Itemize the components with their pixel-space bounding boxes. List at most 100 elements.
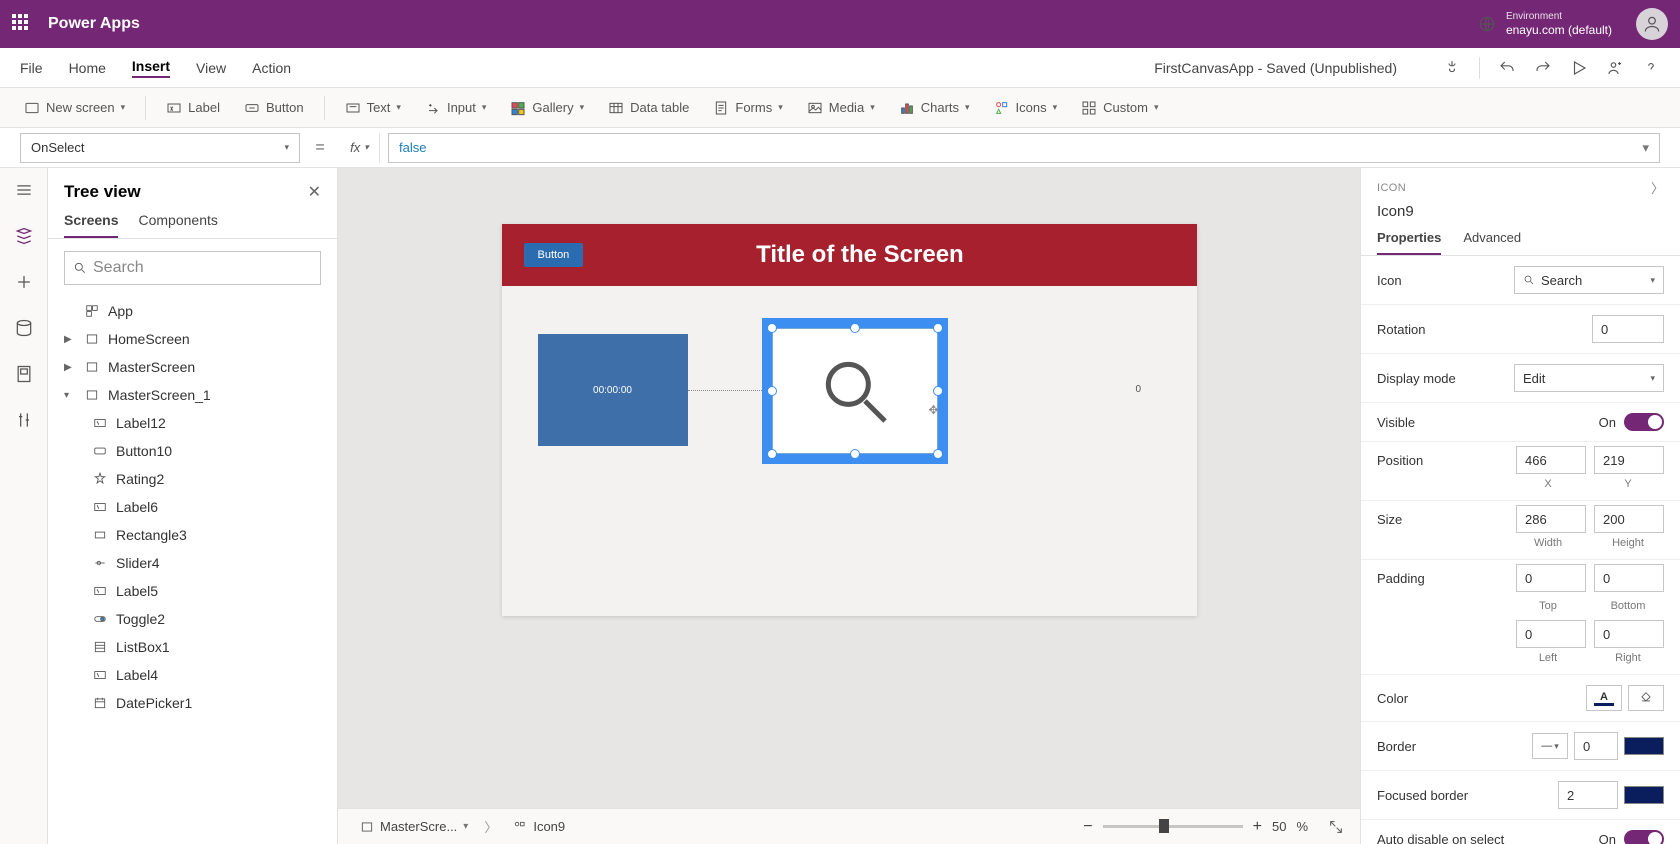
media-rail-icon[interactable]	[14, 364, 34, 384]
app-header: Power Apps Environment enayu.com (defaul…	[0, 0, 1680, 48]
waffle-icon[interactable]	[12, 14, 32, 34]
redo-icon[interactable]	[1534, 59, 1552, 77]
prop-color-font[interactable]: A	[1586, 685, 1622, 711]
tree-item-homescreen[interactable]: ▶ HomeScreen	[56, 325, 329, 353]
tab-screens[interactable]: Screens	[64, 212, 118, 238]
prop-padbottom-input[interactable]: 0	[1594, 564, 1664, 592]
breadcrumb-item[interactable]: Icon9	[507, 817, 571, 836]
tree-item-label12[interactable]: Label12	[56, 409, 329, 437]
tools-icon[interactable]	[14, 410, 34, 430]
prop-padright-input[interactable]: 0	[1594, 620, 1664, 648]
close-icon[interactable]: ✕	[308, 182, 321, 202]
charts-dropdown[interactable]: Charts▾	[891, 96, 978, 120]
tree-item-datepicker1[interactable]: DatePicker1	[56, 689, 329, 717]
label-button[interactable]: Label	[158, 96, 228, 120]
selected-icon-control[interactable]: ✥	[762, 318, 948, 464]
prop-width-input[interactable]: 286	[1516, 505, 1586, 533]
zoom-unit: %	[1296, 819, 1308, 834]
prop-border-label: Border	[1377, 739, 1416, 754]
prop-border-input[interactable]: 0	[1574, 732, 1618, 760]
tree-item-app[interactable]: App	[56, 297, 329, 325]
canvas: Button Title of the Screen 00:00:00 0 ✥	[338, 168, 1360, 844]
tree-item-slider4[interactable]: Slider4	[56, 549, 329, 577]
prop-padtop-input[interactable]: 0	[1516, 564, 1586, 592]
tree-item-label4[interactable]: Label4	[56, 661, 329, 689]
properties-panel: ICON 〉 Icon9 Properties Advanced Icon Se…	[1360, 168, 1680, 844]
data-icon[interactable]	[14, 318, 34, 338]
tree-title: Tree view	[64, 182, 141, 202]
prop-focusborder-input[interactable]: 2	[1558, 781, 1618, 809]
tree-item-masterscreen1[interactable]: ▾ MasterScreen_1	[56, 381, 329, 409]
menu-insert[interactable]: Insert	[132, 58, 170, 78]
tree-item-rectangle3[interactable]: Rectangle3	[56, 521, 329, 549]
input-dropdown[interactable]: Input▾	[417, 96, 494, 120]
environment-picker[interactable]: Environment enayu.com (default)	[1478, 11, 1612, 37]
tab-components[interactable]: Components	[138, 212, 217, 238]
gallery-dropdown[interactable]: Gallery▾	[502, 96, 592, 120]
prop-color-label: Color	[1377, 691, 1408, 706]
prop-autodisable-label: Auto disable on select	[1377, 832, 1504, 844]
undo-icon[interactable]	[1498, 59, 1516, 77]
forms-dropdown[interactable]: Forms▾	[705, 96, 790, 120]
datatable-button[interactable]: Data table	[600, 96, 697, 120]
zoom-in-icon[interactable]: +	[1253, 818, 1262, 836]
menu-view[interactable]: View	[196, 60, 226, 76]
avatar[interactable]	[1636, 8, 1668, 40]
screen-button[interactable]: Button	[524, 243, 584, 267]
media-dropdown[interactable]: Media▾	[799, 96, 883, 120]
menu-file[interactable]: File	[20, 60, 43, 76]
hamburger-icon[interactable]	[14, 180, 34, 200]
menu-action[interactable]: Action	[252, 60, 291, 76]
fullscreen-icon[interactable]	[1328, 819, 1344, 835]
prop-border-style[interactable]: — ▾	[1532, 733, 1568, 759]
move-handle-icon[interactable]: ✥	[928, 403, 938, 417]
prop-autodisable-state: On	[1599, 832, 1616, 844]
prop-color-fill[interactable]	[1628, 685, 1664, 711]
new-screen-button[interactable]: New screen▾	[16, 96, 133, 120]
add-icon[interactable]	[14, 272, 34, 292]
tree-item-toggle2[interactable]: Toggle2	[56, 605, 329, 633]
play-icon[interactable]	[1570, 59, 1588, 77]
prop-border-color[interactable]	[1624, 737, 1664, 755]
help-icon[interactable]	[1642, 59, 1660, 77]
fx-icon[interactable]: fx▾	[340, 133, 380, 163]
prop-displaymode-select[interactable]: Edit▾	[1514, 364, 1664, 392]
prop-icon-select[interactable]: Search ▾	[1514, 266, 1664, 294]
text-dropdown[interactable]: Text▾	[337, 96, 409, 120]
tree-view-panel: Tree view ✕ Screens Components Search Ap…	[48, 168, 338, 844]
tree-search-input[interactable]: Search	[64, 251, 321, 285]
button-button[interactable]: Button	[236, 96, 312, 120]
chevron-right-icon[interactable]: 〉	[1651, 178, 1664, 197]
zoom-out-icon[interactable]: −	[1083, 818, 1092, 836]
tree-item-label5[interactable]: Label5	[56, 577, 329, 605]
prop-padleft-input[interactable]: 0	[1516, 620, 1586, 648]
tree-item-button10[interactable]: Button10	[56, 437, 329, 465]
prop-rotation-input[interactable]: 0	[1592, 315, 1664, 343]
tree-item-masterscreen[interactable]: ▶ MasterScreen	[56, 353, 329, 381]
prop-displaymode-label: Display mode	[1377, 371, 1456, 386]
zoom-slider[interactable]	[1103, 825, 1243, 828]
checker-icon[interactable]	[1443, 59, 1461, 77]
timer-control[interactable]: 00:00:00	[538, 334, 688, 446]
custom-dropdown[interactable]: Custom▾	[1073, 96, 1166, 120]
screen-preview[interactable]: Button Title of the Screen 00:00:00 0 ✥	[502, 224, 1197, 616]
ptab-properties[interactable]: Properties	[1377, 230, 1441, 255]
prop-visible-state: On	[1599, 415, 1616, 430]
tree-view-icon[interactable]	[14, 226, 34, 246]
prop-y-input[interactable]: 219	[1594, 446, 1664, 474]
tree-item-label6[interactable]: Label6	[56, 493, 329, 521]
ptab-advanced[interactable]: Advanced	[1463, 230, 1521, 255]
icons-dropdown[interactable]: Icons▾	[986, 96, 1066, 120]
menu-home[interactable]: Home	[69, 60, 106, 76]
prop-height-input[interactable]: 200	[1594, 505, 1664, 533]
property-selector[interactable]: OnSelect▾	[20, 133, 300, 163]
formula-input[interactable]: false ▾	[388, 133, 1660, 163]
breadcrumb-screen[interactable]: MasterScre... ▾	[354, 817, 474, 836]
prop-visible-toggle[interactable]	[1624, 413, 1664, 431]
prop-x-input[interactable]: 466	[1516, 446, 1586, 474]
tree-item-rating2[interactable]: Rating2	[56, 465, 329, 493]
share-icon[interactable]	[1606, 59, 1624, 77]
prop-focusborder-color[interactable]	[1624, 786, 1664, 804]
prop-autodisable-toggle[interactable]	[1624, 830, 1664, 844]
tree-item-listbox1[interactable]: ListBox1	[56, 633, 329, 661]
